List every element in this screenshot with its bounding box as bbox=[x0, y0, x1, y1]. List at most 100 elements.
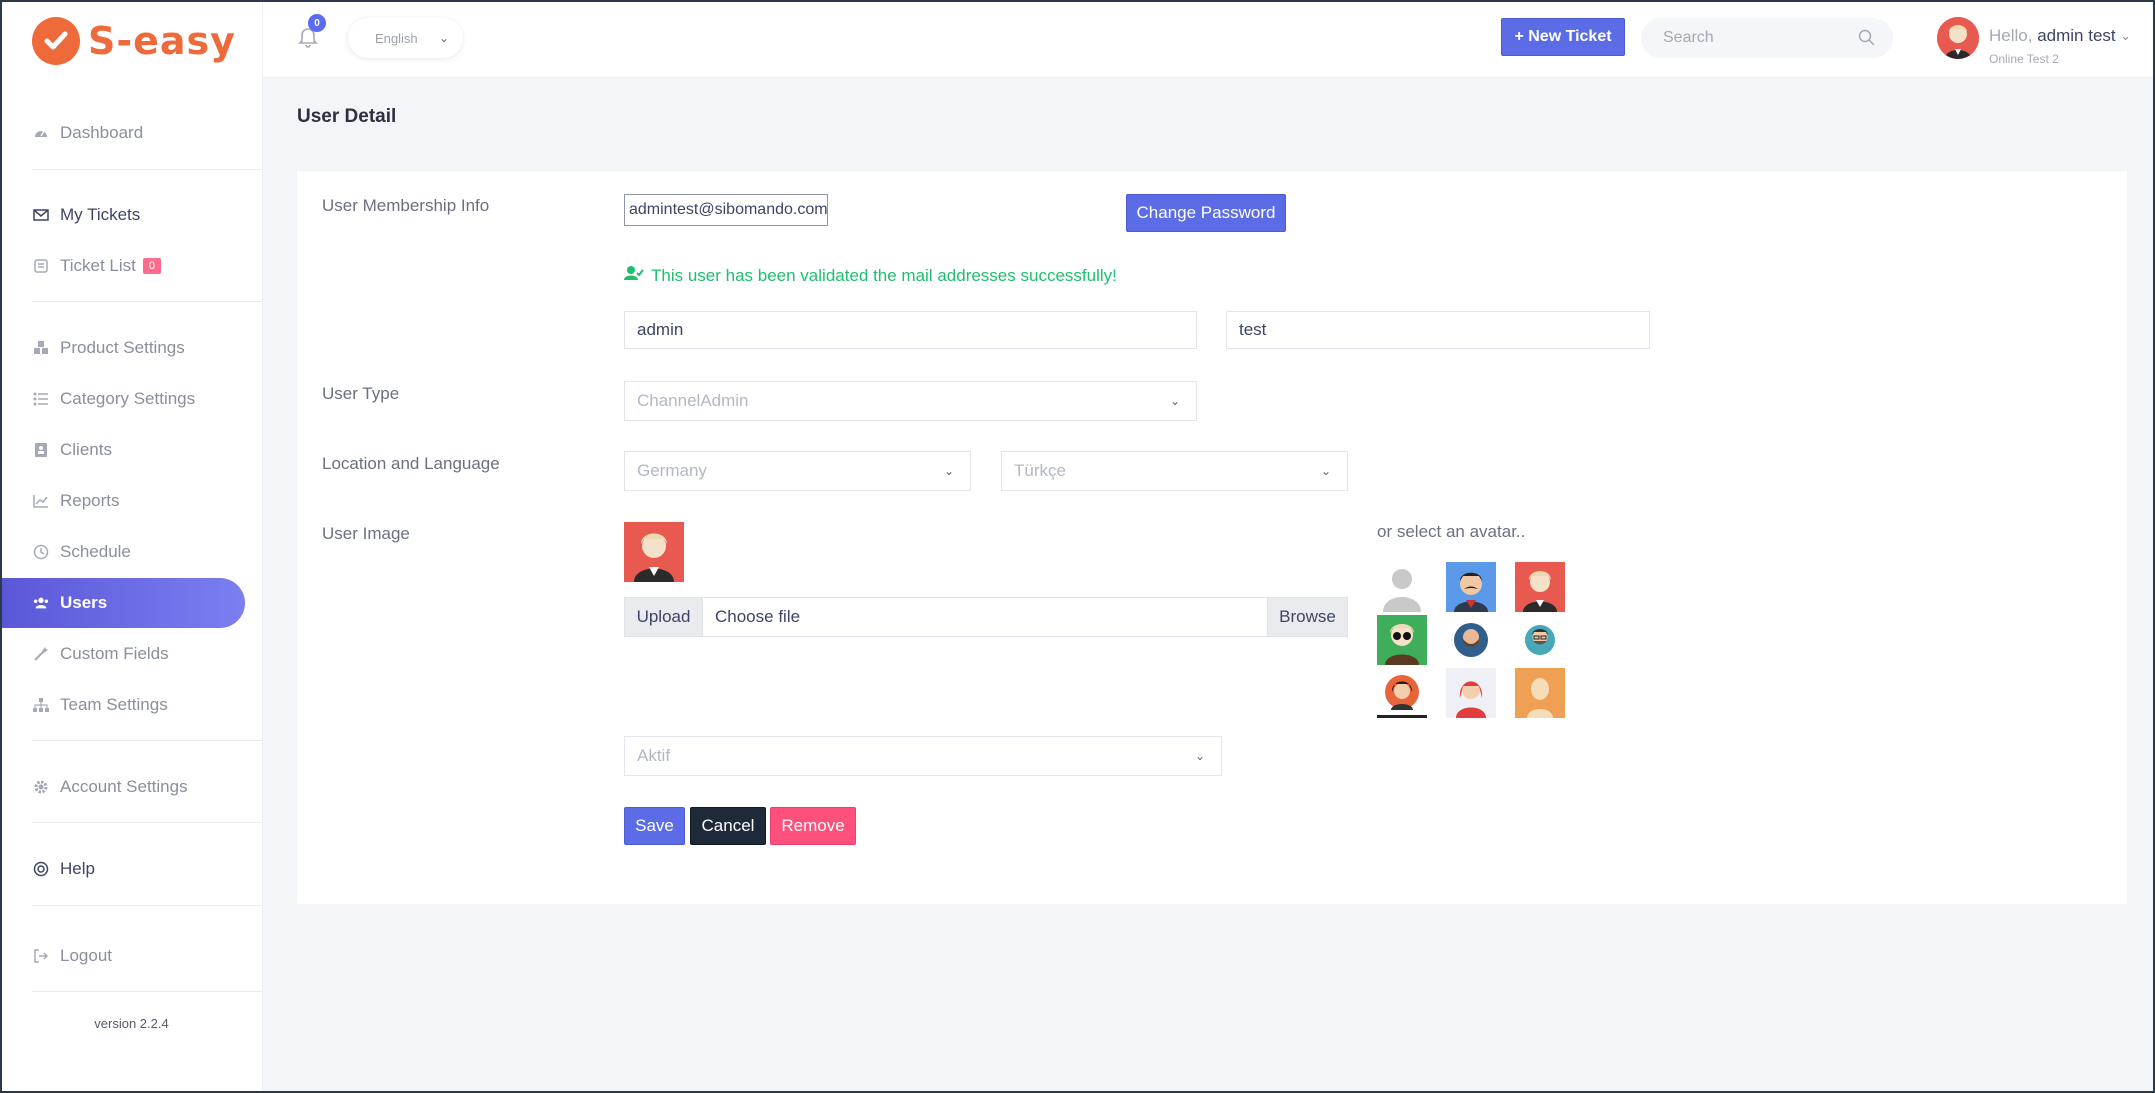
ticket-list-icon bbox=[33, 258, 49, 274]
avatar-option-glasses[interactable] bbox=[1515, 615, 1565, 665]
brand-name: S-easy bbox=[88, 19, 236, 63]
avatar-option-orange-blank[interactable] bbox=[1515, 668, 1565, 718]
avatar-picker-title: or select an avatar.. bbox=[1377, 522, 1526, 541]
chevron-down-icon: ⌄ bbox=[438, 31, 449, 45]
sidebar-item-dashboard[interactable]: Dashboard bbox=[0, 108, 263, 158]
sidebar-item-custom-fields[interactable]: Custom Fields bbox=[0, 629, 263, 679]
magic-wand-icon bbox=[33, 646, 49, 662]
divider bbox=[32, 301, 263, 302]
file-input[interactable]: Choose file bbox=[703, 598, 1267, 636]
save-button[interactable]: Save bbox=[624, 807, 685, 845]
sidebar-item-help[interactable]: Help bbox=[0, 844, 263, 894]
avatar-option-sunglasses[interactable] bbox=[1377, 615, 1427, 665]
divider bbox=[32, 740, 263, 741]
sitemap-icon bbox=[33, 697, 49, 713]
search-input[interactable]: Search bbox=[1641, 18, 1893, 58]
country-select[interactable]: Germany ⌄ bbox=[624, 451, 971, 491]
sidebar: S-easy Dashboard My Tickets Ticket List … bbox=[0, 0, 263, 1093]
envelope-icon bbox=[33, 207, 49, 223]
logout-icon bbox=[33, 948, 49, 964]
upload-button[interactable]: Upload bbox=[625, 598, 703, 636]
sidebar-item-label: Team Settings bbox=[60, 695, 168, 714]
user-check-icon bbox=[624, 265, 644, 286]
user-image-label: User Image bbox=[322, 524, 410, 543]
sidebar-item-ticket-list[interactable]: Ticket List 0 bbox=[0, 241, 263, 291]
sidebar-item-product-settings[interactable]: Product Settings bbox=[0, 323, 263, 373]
avatar-option-blonde-red[interactable] bbox=[1515, 562, 1565, 612]
users-icon bbox=[33, 595, 49, 611]
chevron-down-icon: ⌄ bbox=[1194, 749, 1205, 763]
sidebar-item-team-settings[interactable]: Team Settings bbox=[0, 680, 263, 730]
avatar-option-mustache[interactable] bbox=[1446, 562, 1496, 612]
avatar-option-default[interactable] bbox=[1377, 562, 1427, 612]
clock-icon bbox=[33, 544, 49, 560]
sidebar-item-account-settings[interactable]: Account Settings bbox=[0, 762, 263, 812]
sidebar-item-label: Custom Fields bbox=[60, 644, 169, 663]
sidebar-item-category-settings[interactable]: Category Settings bbox=[0, 374, 263, 424]
sidebar-item-label: Ticket List bbox=[60, 256, 136, 275]
greeting-prefix: Hello, bbox=[1989, 26, 2033, 45]
avatar[interactable] bbox=[1937, 17, 1979, 59]
new-ticket-button[interactable]: + New Ticket bbox=[1501, 18, 1625, 56]
last-name-field[interactable]: test bbox=[1226, 311, 1650, 349]
divider bbox=[32, 905, 263, 906]
status-select[interactable]: Aktif ⌄ bbox=[624, 736, 1222, 776]
sidebar-item-users[interactable]: Users bbox=[0, 578, 245, 628]
location-language-label: Location and Language bbox=[322, 454, 500, 473]
avatar-option-bald-beard[interactable] bbox=[1446, 615, 1496, 665]
cubes-icon bbox=[33, 340, 49, 356]
country-value: Germany bbox=[637, 461, 707, 480]
change-password-button[interactable]: Change Password bbox=[1126, 194, 1286, 232]
sidebar-item-my-tickets[interactable]: My Tickets bbox=[0, 190, 263, 240]
search-icon[interactable] bbox=[1858, 29, 1875, 51]
email-field[interactable]: admintest@sibomando.com bbox=[624, 194, 828, 226]
sidebar-item-reports[interactable]: Reports bbox=[0, 476, 263, 526]
language-select-field[interactable]: Türkçe ⌄ bbox=[1001, 451, 1348, 491]
sidebar-item-label: Help bbox=[60, 859, 95, 878]
chevron-down-icon[interactable]: ⌄ bbox=[2120, 28, 2131, 44]
sidebar-item-label: Clients bbox=[60, 440, 112, 459]
check-logo-icon bbox=[32, 17, 80, 65]
status-value: Aktif bbox=[637, 746, 671, 765]
divider bbox=[32, 822, 263, 823]
chevron-down-icon: ⌄ bbox=[1169, 394, 1180, 408]
user-detail-card bbox=[297, 171, 2127, 904]
avatar-option-red-hair[interactable] bbox=[1446, 668, 1496, 718]
sidebar-item-label: Product Settings bbox=[60, 338, 185, 357]
search-placeholder: Search bbox=[1663, 29, 1714, 46]
divider bbox=[32, 169, 263, 170]
notification-count-badge: 0 bbox=[308, 14, 326, 32]
sidebar-item-label: Account Settings bbox=[60, 777, 188, 796]
gauge-icon bbox=[33, 125, 49, 141]
sidebar-item-logout[interactable]: Logout bbox=[0, 931, 263, 981]
user-name: admin test bbox=[2037, 26, 2116, 45]
sidebar-item-label: My Tickets bbox=[60, 205, 141, 224]
file-upload[interactable]: Upload Choose file Browse bbox=[624, 597, 1348, 637]
browse-button[interactable]: Browse bbox=[1267, 598, 1347, 636]
gear-icon bbox=[33, 779, 49, 795]
sidebar-item-schedule[interactable]: Schedule bbox=[0, 527, 263, 577]
cancel-button[interactable]: Cancel bbox=[690, 807, 766, 845]
sidebar-item-label: Schedule bbox=[60, 542, 131, 561]
version-text: version 2.2.4 bbox=[94, 1016, 169, 1031]
first-name-field[interactable]: admin bbox=[624, 311, 1197, 349]
user-type-value: ChannelAdmin bbox=[637, 391, 749, 410]
chart-icon bbox=[33, 493, 49, 509]
chevron-down-icon: ⌄ bbox=[943, 464, 954, 478]
page-title: User Detail bbox=[297, 106, 397, 127]
user-type-label: User Type bbox=[322, 384, 400, 403]
address-book-icon bbox=[33, 442, 49, 458]
sidebar-item-label: Reports bbox=[60, 491, 120, 510]
language-field-value: Türkçe bbox=[1014, 461, 1066, 480]
user-greeting[interactable]: Hello, admin test bbox=[1989, 26, 2116, 46]
language-select[interactable]: English ⌄ bbox=[348, 18, 463, 58]
user-type-select[interactable]: ChannelAdmin ⌄ bbox=[624, 381, 1197, 421]
validation-message: This user has been validated the mail ad… bbox=[624, 265, 1117, 286]
avatar-option-dark-hair-selected[interactable] bbox=[1377, 668, 1427, 718]
remove-button[interactable]: Remove bbox=[770, 807, 856, 845]
sidebar-item-clients[interactable]: Clients bbox=[0, 425, 263, 475]
top-header: 0 English ⌄ + New Ticket Search Hello, a… bbox=[263, 0, 2155, 78]
brand-logo[interactable]: S-easy bbox=[32, 16, 236, 66]
validation-text: This user has been validated the mail ad… bbox=[651, 265, 1117, 285]
divider bbox=[32, 991, 263, 992]
